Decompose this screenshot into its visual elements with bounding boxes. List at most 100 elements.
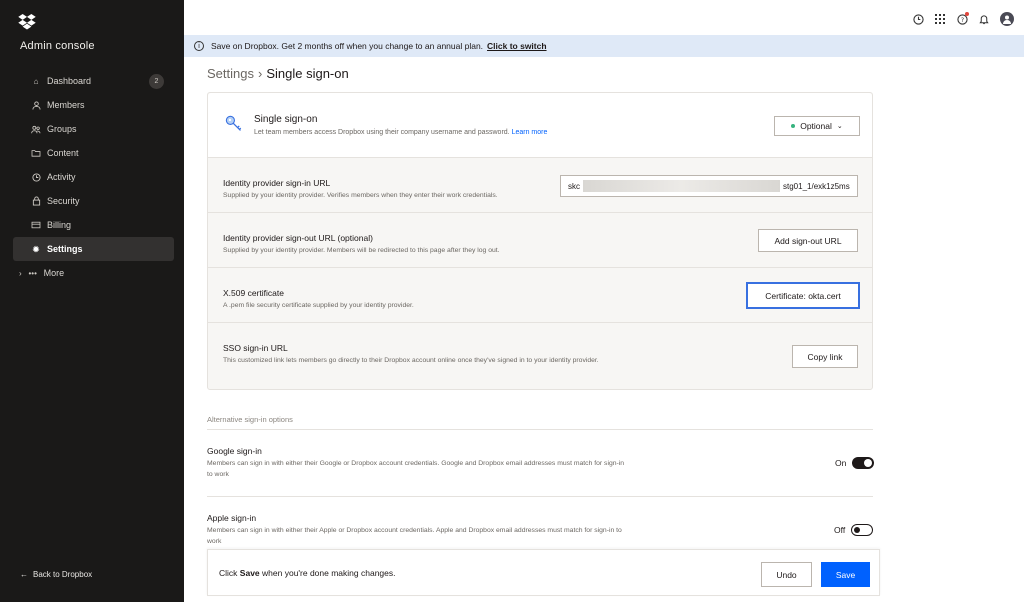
google-signin-description: Members can sign in with either their Go… (207, 460, 625, 478)
sidebar-item-label: Activity (47, 172, 76, 182)
notification-badge: 2 (149, 74, 164, 89)
ellipsis-icon: ••• (28, 268, 37, 278)
bell-icon[interactable] (978, 13, 990, 25)
row-title: Identity provider sign-in URL (223, 178, 331, 188)
sidebar-item-label: Members (47, 100, 85, 110)
sidebar-item-label: Billing (47, 220, 72, 230)
lock-icon (31, 196, 41, 206)
sso-description-text: Let team members access Dropbox using th… (254, 129, 510, 136)
toggle-knob (853, 526, 860, 533)
sidebar-item-settings[interactable]: ✹ Settings (13, 237, 174, 261)
card-icon (31, 220, 41, 230)
info-icon: i (194, 41, 204, 51)
arrow-left-icon: ← (20, 570, 28, 579)
gear-icon: ✹ (32, 244, 40, 254)
sidebar-item-more[interactable]: › ••• More (13, 261, 174, 285)
sso-card: Single sign-on Let team members access D… (207, 92, 873, 390)
sidebar-item-label: Groups (47, 124, 77, 134)
sso-description: Let team members access Dropbox using th… (254, 129, 547, 136)
row-title: X.509 certificate (223, 288, 284, 298)
sidebar-item-activity[interactable]: Activity (13, 165, 174, 189)
breadcrumb-separator: › (257, 66, 263, 81)
sidebar-item-label: Dashboard (47, 76, 92, 86)
chevron-down-icon: ⌄ (836, 123, 843, 130)
toggle-knob (864, 459, 873, 467)
sso-title: Single sign-on (254, 114, 318, 125)
notification-dot (965, 12, 969, 16)
sso-url-row: SSO sign-in URL This customized link let… (208, 323, 872, 389)
signout-url-row: Identity provider sign-out URL (optional… (208, 213, 872, 268)
undo-button[interactable]: Undo (761, 562, 812, 587)
signin-url-row: Identity provider sign-in URL Supplied b… (208, 158, 872, 213)
sidebar-item-label: Content (47, 148, 79, 158)
certificate-button[interactable]: Certificate: okta.cert (746, 282, 860, 309)
apple-signin-toggle-group: Off (834, 524, 874, 536)
certificate-row: X.509 certificate A .pem file security c… (208, 268, 872, 323)
sidebar-item-content[interactable]: Content (13, 141, 174, 165)
folder-icon (31, 148, 41, 158)
add-signout-url-button[interactable]: Add sign-out URL (758, 229, 858, 252)
status-dot (791, 124, 796, 128)
key-icon (225, 115, 242, 131)
sidebar: Admin console ⌂ Dashboard 2 Members Grou… (0, 0, 184, 602)
back-label: Back to Dropbox (33, 570, 93, 579)
chevron-right-icon: › (19, 268, 22, 278)
url-prefix: skc (568, 181, 580, 191)
svg-text:?: ? (960, 15, 963, 23)
apple-signin-toggle[interactable] (851, 524, 874, 536)
app-grid-icon[interactable] (934, 13, 946, 25)
groups-icon (31, 124, 41, 134)
clock-icon (31, 172, 41, 182)
google-signin-toggle-group: On (835, 457, 875, 469)
dropbox-logo-icon[interactable] (18, 14, 36, 30)
google-toggle-state: On (835, 458, 847, 468)
admin-console-title: Admin console (20, 40, 95, 52)
promo-banner: i Save on Dropbox. Get 2 months off when… (184, 35, 1024, 57)
activity-clock-icon[interactable] (912, 13, 924, 25)
save-bar: Click Save when you're done making chang… (207, 549, 880, 596)
sidebar-nav: ⌂ Dashboard 2 Members Groups Content Act… (13, 69, 174, 285)
signin-url-input[interactable]: skc stg01_1/exk1z5ms (560, 175, 858, 197)
sso-status-label: Optional (800, 121, 832, 131)
row-description: This customized link lets members go dir… (223, 357, 599, 364)
sso-card-header: Single sign-on Let team members access D… (208, 93, 872, 158)
person-icon (31, 100, 41, 110)
row-description: A .pem file security certificate supplie… (223, 302, 414, 309)
google-signin-title: Google sign-in (207, 446, 262, 456)
sidebar-item-groups[interactable]: Groups (13, 117, 174, 141)
apple-toggle-state: Off (834, 525, 846, 535)
sidebar-item-label: Settings (47, 244, 83, 254)
save-button[interactable]: Save (821, 562, 870, 587)
save-bar-suffix: when you're done making changes. (262, 568, 396, 578)
row-title: SSO sign-in URL (223, 343, 288, 353)
sidebar-item-dashboard[interactable]: ⌂ Dashboard 2 (13, 69, 174, 93)
help-icon[interactable]: ? (956, 12, 969, 25)
breadcrumb-settings-link[interactable]: Settings (207, 66, 254, 81)
divider (207, 496, 873, 497)
save-bar-bold: Save (239, 568, 260, 578)
sidebar-item-members[interactable]: Members (13, 93, 174, 117)
redacted-url-segment (583, 180, 780, 192)
breadcrumb: Settings › Single sign-on (207, 66, 349, 81)
url-suffix: stg01_1/exk1z5ms (783, 181, 850, 191)
back-to-dropbox-link[interactable]: ← Back to Dropbox (20, 570, 92, 579)
sidebar-item-security[interactable]: Security (13, 189, 174, 213)
top-toolbar: ? (912, 12, 1014, 26)
save-bar-prefix: Click (219, 568, 238, 578)
sidebar-item-label: More (43, 268, 65, 278)
page-title: Single sign-on (266, 66, 349, 81)
row-title: Identity provider sign-out URL (optional… (223, 233, 373, 243)
home-icon: ⌂ (33, 76, 39, 86)
google-signin-toggle[interactable] (852, 457, 875, 469)
divider (207, 429, 873, 430)
click-to-switch-link[interactable]: Click to switch (487, 41, 547, 51)
avatar[interactable] (1000, 12, 1014, 26)
sidebar-item-billing[interactable]: Billing (13, 213, 174, 237)
sso-status-dropdown[interactable]: Optional ⌄ (774, 116, 860, 136)
banner-text: Save on Dropbox. Get 2 months off when y… (211, 41, 484, 51)
copy-link-button[interactable]: Copy link (792, 345, 858, 368)
alternative-signin-heading: Alternative sign-in options (207, 415, 293, 424)
learn-more-link[interactable]: Learn more (512, 129, 548, 136)
sidebar-item-label: Security (47, 196, 80, 206)
apple-signin-title: Apple sign-in (207, 513, 257, 523)
